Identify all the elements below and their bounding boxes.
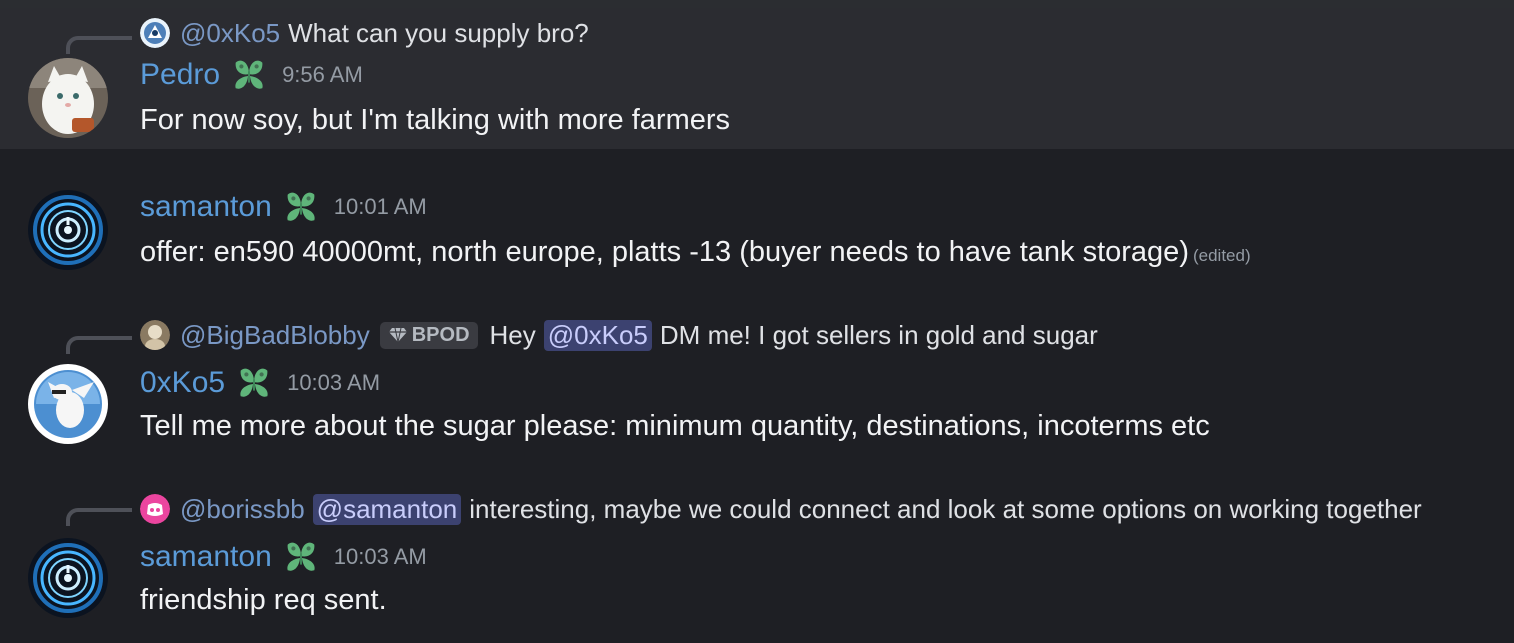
reply-text: What can you supply bro?: [288, 17, 589, 48]
message-content: friendship req sent.: [140, 584, 387, 616]
message-text: offer: en590 40000mt, north europe, plat…: [140, 236, 1189, 268]
reply-text: DM me! I got sellers in gold and sugar: [659, 319, 1098, 350]
server-tag-badge-icon[interactable]: [235, 364, 273, 402]
reply-preview[interactable]: @borissbb @samanton interesting, maybe w…: [140, 492, 1422, 526]
avatar[interactable]: [28, 364, 108, 444]
server-tag-badge-icon[interactable]: [230, 56, 268, 94]
discord-icon: [140, 494, 170, 524]
mention[interactable]: @samanton: [312, 493, 462, 525]
message-samanton-2[interactable]: @borissbb @samanton interesting, maybe w…: [0, 492, 1514, 632]
timestamp[interactable]: 9:56 AM: [282, 62, 363, 88]
server-tag-badge-icon[interactable]: [282, 188, 320, 226]
username[interactable]: Pedro: [140, 58, 220, 92]
message-content: Tell me more about the sugar please: min…: [140, 410, 1210, 442]
reply-preview[interactable]: @BigBadBlobby BPOD Hey @0xKo5 DM me! I g…: [140, 318, 1098, 352]
reply-username[interactable]: @BigBadBlobby: [180, 320, 370, 351]
timestamp[interactable]: 10:01 AM: [334, 194, 427, 220]
edited-label: (edited): [1192, 246, 1251, 265]
username[interactable]: samanton: [140, 190, 272, 224]
timestamp[interactable]: 10:03 AM: [334, 544, 427, 570]
chat-messages: @0xKo5 What can you supply bro? Pedro 9:…: [0, 0, 1514, 643]
username[interactable]: 0xKo5: [140, 366, 225, 400]
message-0xko5[interactable]: @BigBadBlobby BPOD Hey @0xKo5 DM me! I g…: [0, 316, 1514, 456]
reply-username[interactable]: @0xKo5: [180, 18, 280, 49]
message-header: 0xKo5 10:03 AM: [140, 364, 380, 402]
reply-spine: [66, 336, 132, 354]
timestamp[interactable]: 10:03 AM: [287, 370, 380, 396]
reply-preview[interactable]: @0xKo5 What can you supply bro?: [140, 16, 589, 50]
server-tag-label: BPOD: [411, 323, 470, 346]
reply-username[interactable]: @borissbb: [180, 494, 305, 525]
gem-icon: [388, 327, 407, 343]
mention[interactable]: @0xKo5: [543, 319, 652, 351]
username[interactable]: samanton: [140, 540, 272, 574]
message-content: For now soy, but I'm talking with more f…: [140, 104, 731, 136]
message-pedro[interactable]: @0xKo5 What can you supply bro? Pedro 9:…: [0, 8, 1514, 149]
server-tag-badge-icon[interactable]: [282, 538, 320, 576]
avatar[interactable]: [28, 190, 108, 270]
avatar[interactable]: [28, 58, 108, 138]
message-header: Pedro 9:56 AM: [140, 56, 363, 94]
reply-spine: [66, 36, 132, 54]
message-samanton[interactable]: samanton 10:01 AM offer: en590 40000mt, …: [0, 180, 1514, 280]
avatar[interactable]: [28, 538, 108, 618]
server-tag[interactable]: BPOD: [379, 321, 478, 349]
message-header: samanton 10:03 AM: [140, 538, 427, 576]
reply-text: Hey: [489, 319, 536, 350]
message-header: samanton 10:01 AM: [140, 188, 427, 226]
top-divider: [0, 0, 1514, 8]
reply-avatar: [140, 320, 170, 350]
message-content: offer: en590 40000mt, north europe, plat…: [140, 236, 1251, 269]
reply-avatar: [140, 18, 170, 48]
reply-text: interesting, maybe we could connect and …: [469, 493, 1422, 524]
reply-spine: [66, 508, 132, 526]
